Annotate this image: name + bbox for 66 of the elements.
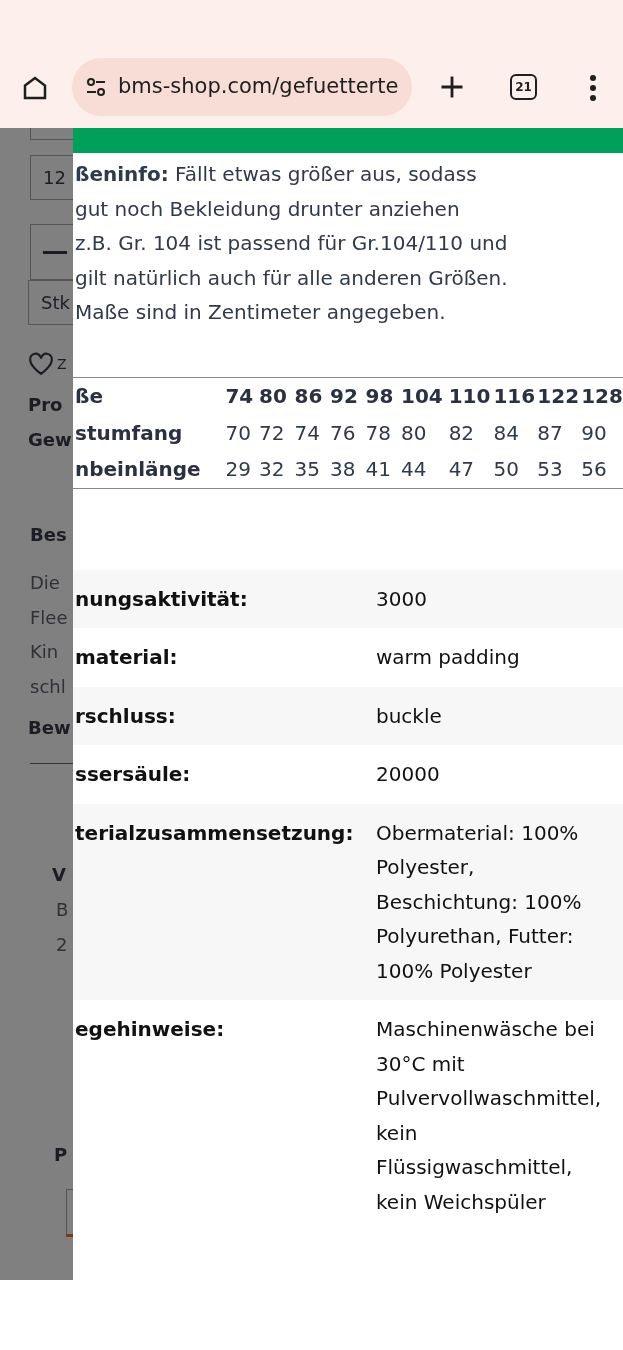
table-cell: 74 — [225, 377, 260, 414]
vendor-text: 2 — [56, 933, 69, 957]
spec-value: warm padding — [376, 644, 520, 671]
table-cell-text: 78 — [365, 419, 392, 447]
spec-value: 3000 — [376, 585, 427, 613]
row-label: nbeinlänge — [73, 451, 226, 488]
description-text: Kin — [30, 640, 60, 664]
table-cell-text: 87 — [537, 419, 564, 447]
table-cell-text: 80 — [401, 419, 428, 447]
minus-icon — [43, 250, 67, 254]
vendor-text: B — [56, 898, 70, 922]
wishlist-link[interactable]: Z — [57, 353, 67, 375]
table-cell-text: 74 — [294, 419, 321, 447]
description-text: Die — [30, 571, 61, 595]
section-heading: P — [54, 1143, 69, 1167]
spec-value: 20000 — [376, 761, 440, 788]
description-text: Flee — [30, 605, 69, 630]
spec-label: rschluss: — [74, 702, 177, 730]
table-cell: 128 — [581, 377, 623, 414]
table-cell: 80 — [259, 377, 295, 414]
table-cell: 104 — [401, 377, 449, 414]
table-cell: 53 — [537, 451, 582, 488]
table-cell: 86 — [294, 377, 331, 414]
url-text: bms-shop.com/gefuetterte — [118, 73, 399, 101]
table-cell-text: 84 — [493, 419, 520, 447]
spec-value: Obermaterial: 100% Polyester, Beschichtung: 100% Polyurethan, Futter: 100% Polyester — [376, 819, 582, 985]
table-cell-text: 82 — [448, 419, 476, 447]
vendor-title: V — [52, 863, 67, 887]
tab-count-button[interactable]: 21 — [510, 74, 537, 100]
table-cell: 92 — [330, 377, 366, 414]
table-cell: 44 — [401, 451, 449, 488]
table-cell-text: 90 — [581, 419, 608, 447]
table-cell: 98 — [365, 377, 402, 414]
spec-label: material: — [74, 644, 179, 671]
reviews-heading: Bew — [28, 716, 72, 740]
table-cell-text: 72 — [259, 419, 286, 447]
spec-label: nungsaktivität: — [74, 585, 249, 613]
tune-icon[interactable] — [84, 75, 108, 99]
table-cell: 35 — [294, 451, 331, 488]
table-cell: 32 — [259, 451, 295, 488]
table-cell: 38 — [330, 451, 366, 488]
table-cell: 56 — [581, 451, 623, 488]
row-label: ße — [73, 377, 226, 414]
table-cell: 29 — [225, 451, 260, 488]
spec-label: egehinweise: — [74, 1016, 226, 1043]
spec-label: ssersäule: — [74, 761, 192, 788]
row-label: stumfang — [74, 419, 184, 447]
menu-icon[interactable] — [589, 74, 597, 102]
spec-label: terialzusammensetzung: — [74, 819, 355, 847]
description-heading: Bes — [30, 523, 68, 547]
table-cell-text: 76 — [330, 419, 357, 447]
size-note: ßeninfo: Fällt etwas größer aus, sodass gut noch Bekleidung drunter anziehen z.B. Gr. 104 ist passend für Gr.104/110 und gilt natürlich auch für alle anderen Größen. Maße sind in Zentimeter angegeben. — [74, 161, 509, 326]
table-cell: 110 — [448, 377, 494, 414]
table-cell: 122 — [537, 377, 582, 414]
heart-icon[interactable] — [28, 352, 54, 376]
table-cell: 50 — [493, 451, 538, 488]
spec-value: buckle — [376, 702, 442, 730]
table-cell: 47 — [448, 451, 494, 488]
description-text: schl — [30, 674, 67, 699]
product-label: Pro — [28, 393, 64, 417]
spec-value: Maschinenwäsche bei 30°C mit Pulvervollwaschmittel, kein Flüssigwaschmittel, kein Weichspüler — [376, 1016, 602, 1216]
table-cell: 41 — [365, 451, 402, 488]
table-cell: 116 — [493, 377, 538, 414]
address-bar[interactable]: bms-shop.com/gefuetterte — [72, 58, 412, 116]
table-cell-text: 70 — [225, 419, 252, 447]
product-label: Gew — [28, 428, 73, 452]
